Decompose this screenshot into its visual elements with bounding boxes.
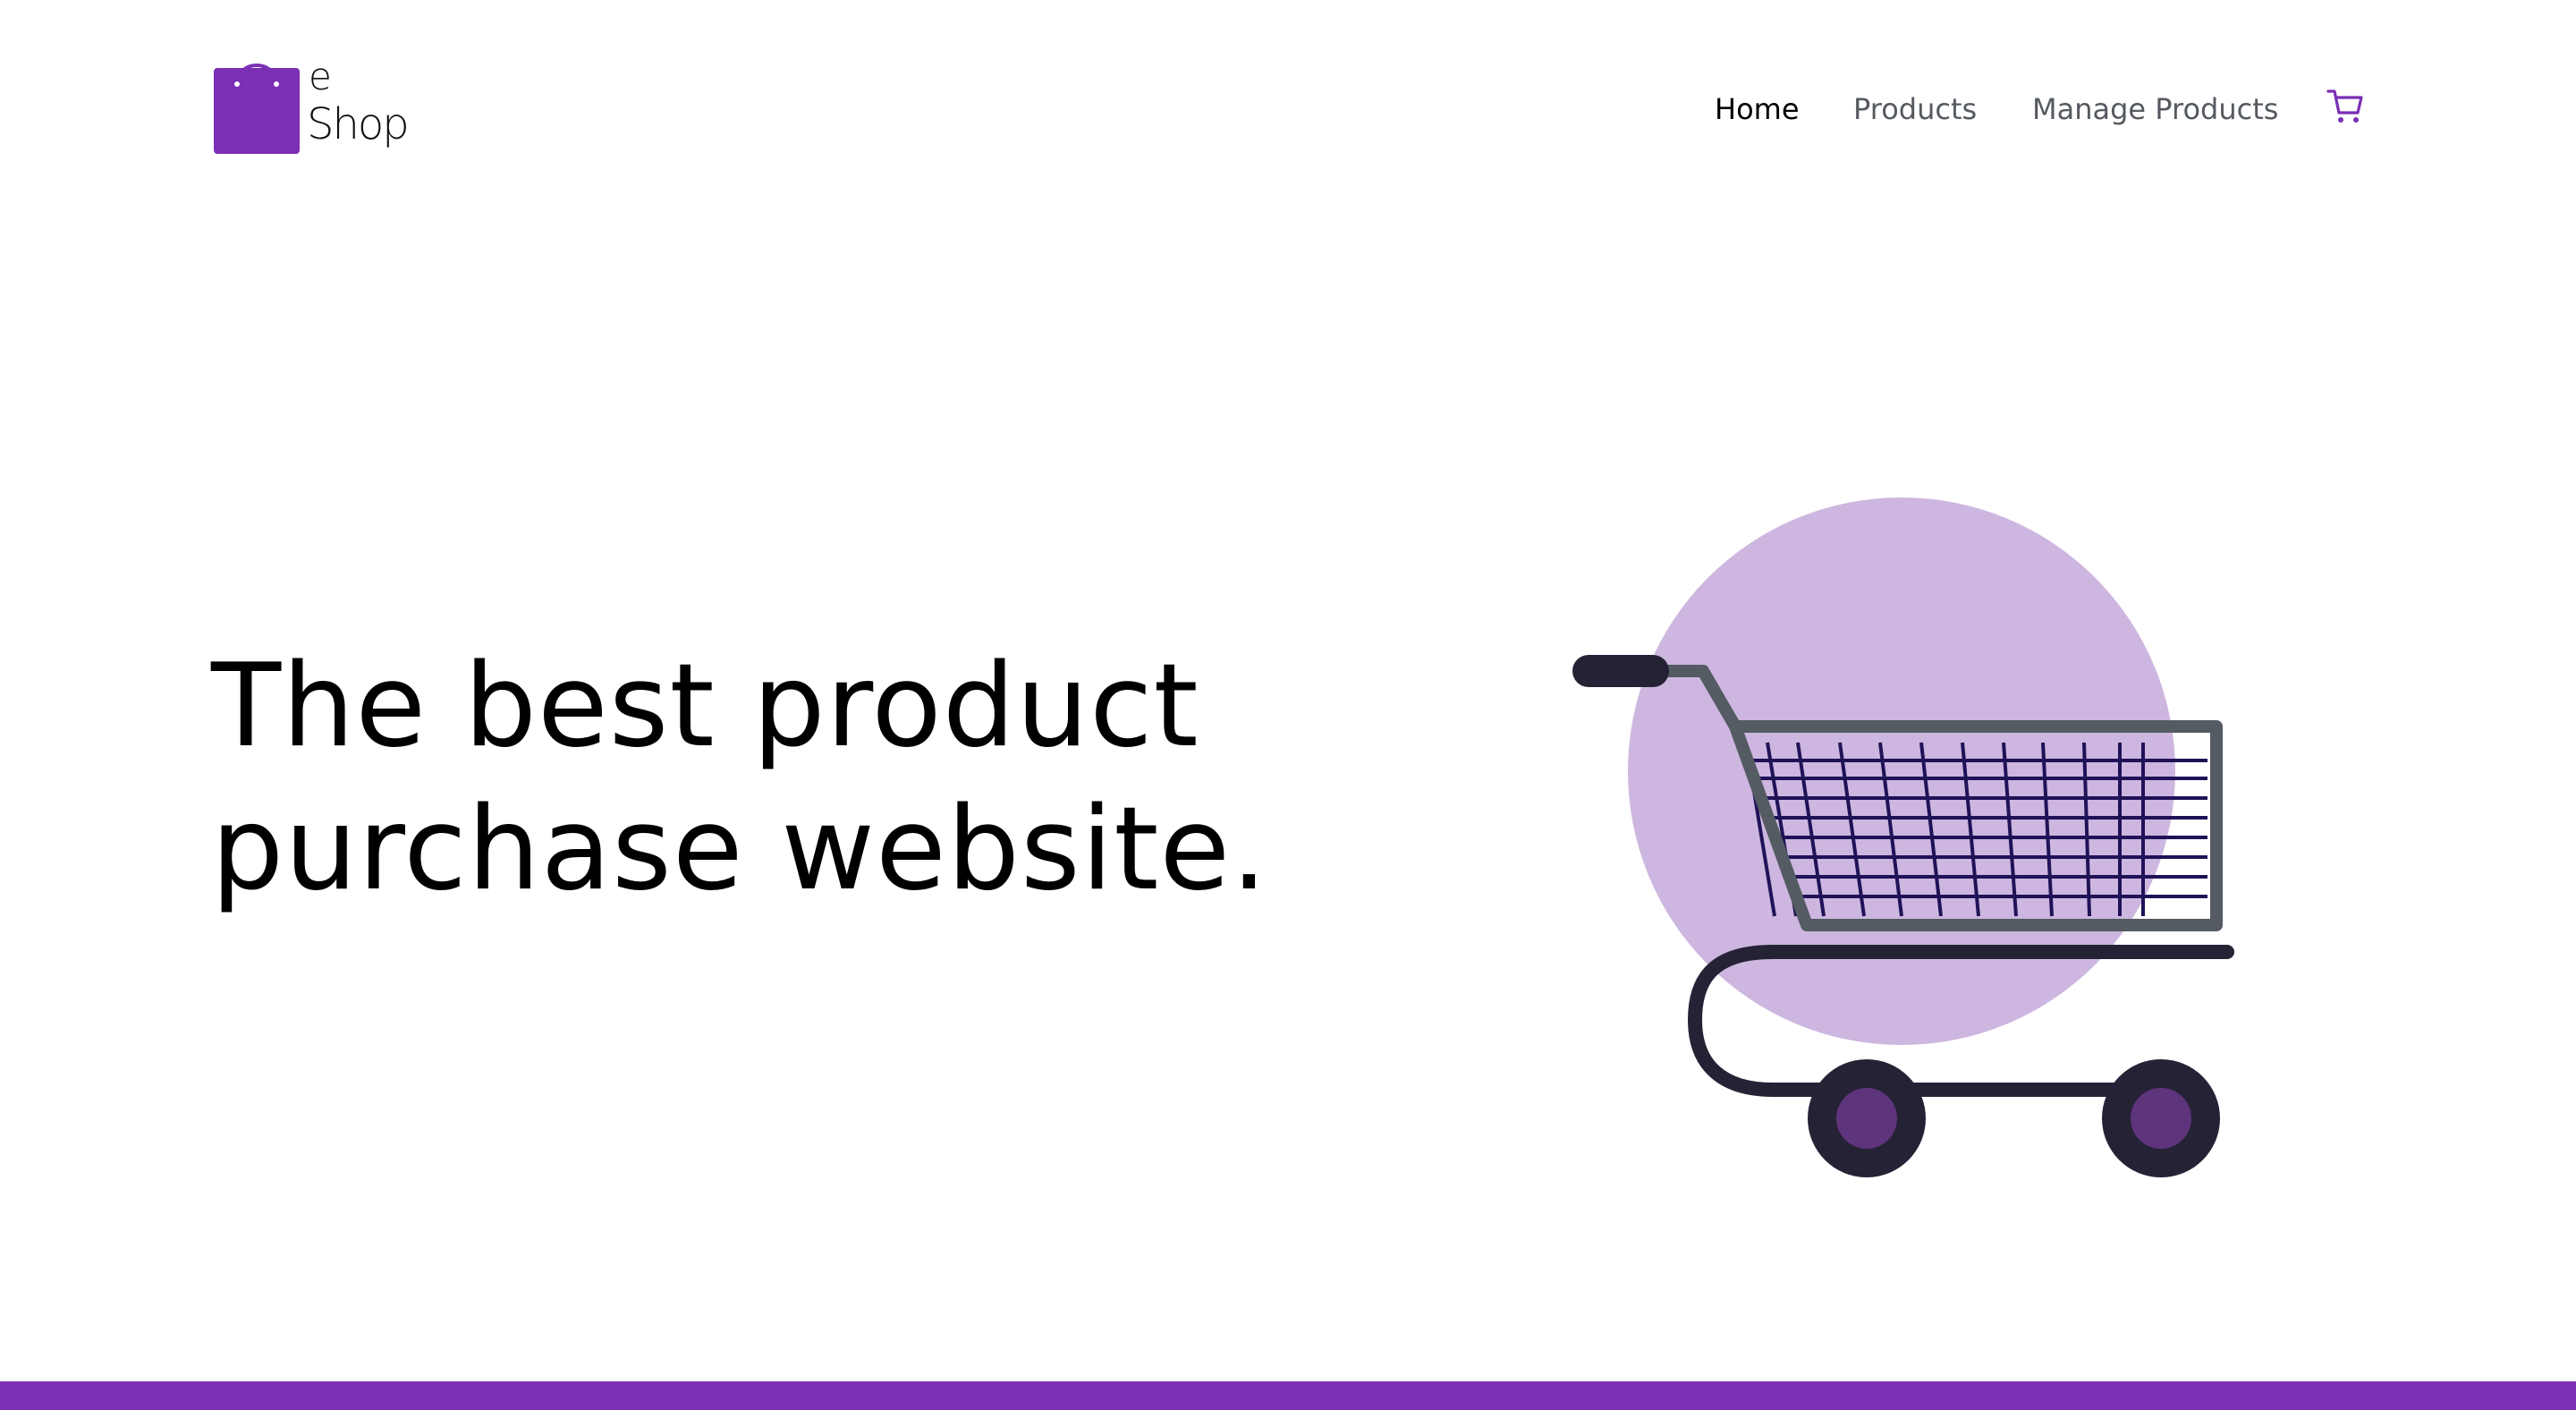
cart-wheel-left bbox=[1808, 1059, 1926, 1177]
nav-home-link[interactable]: Home bbox=[1715, 82, 1800, 136]
logo-text-e: e bbox=[309, 55, 332, 98]
logo-link[interactable]: e Shop bbox=[214, 55, 411, 157]
site-header: e Shop Home Products Manage Products bbox=[0, 0, 2576, 215]
cart-icon bbox=[2326, 89, 2363, 123]
shopping-cart-illustration bbox=[1572, 497, 2234, 1177]
hero-heading-line-1: The best product bbox=[211, 640, 1199, 773]
shopping-bag-logo-icon bbox=[214, 64, 300, 154]
logo-text-shop: Shop bbox=[307, 99, 410, 149]
cart-wheel-right bbox=[2102, 1059, 2220, 1177]
hero-heading-line-2: purchase website. bbox=[211, 783, 1268, 916]
nav-manage-products-link[interactable]: Manage Products bbox=[2032, 82, 2278, 136]
hero-heading: The best product purchase website. bbox=[211, 635, 1284, 922]
footer-accent-bar bbox=[0, 1381, 2576, 1410]
nav-products-link[interactable]: Products bbox=[1853, 82, 1977, 136]
cart-button[interactable] bbox=[2326, 86, 2367, 127]
